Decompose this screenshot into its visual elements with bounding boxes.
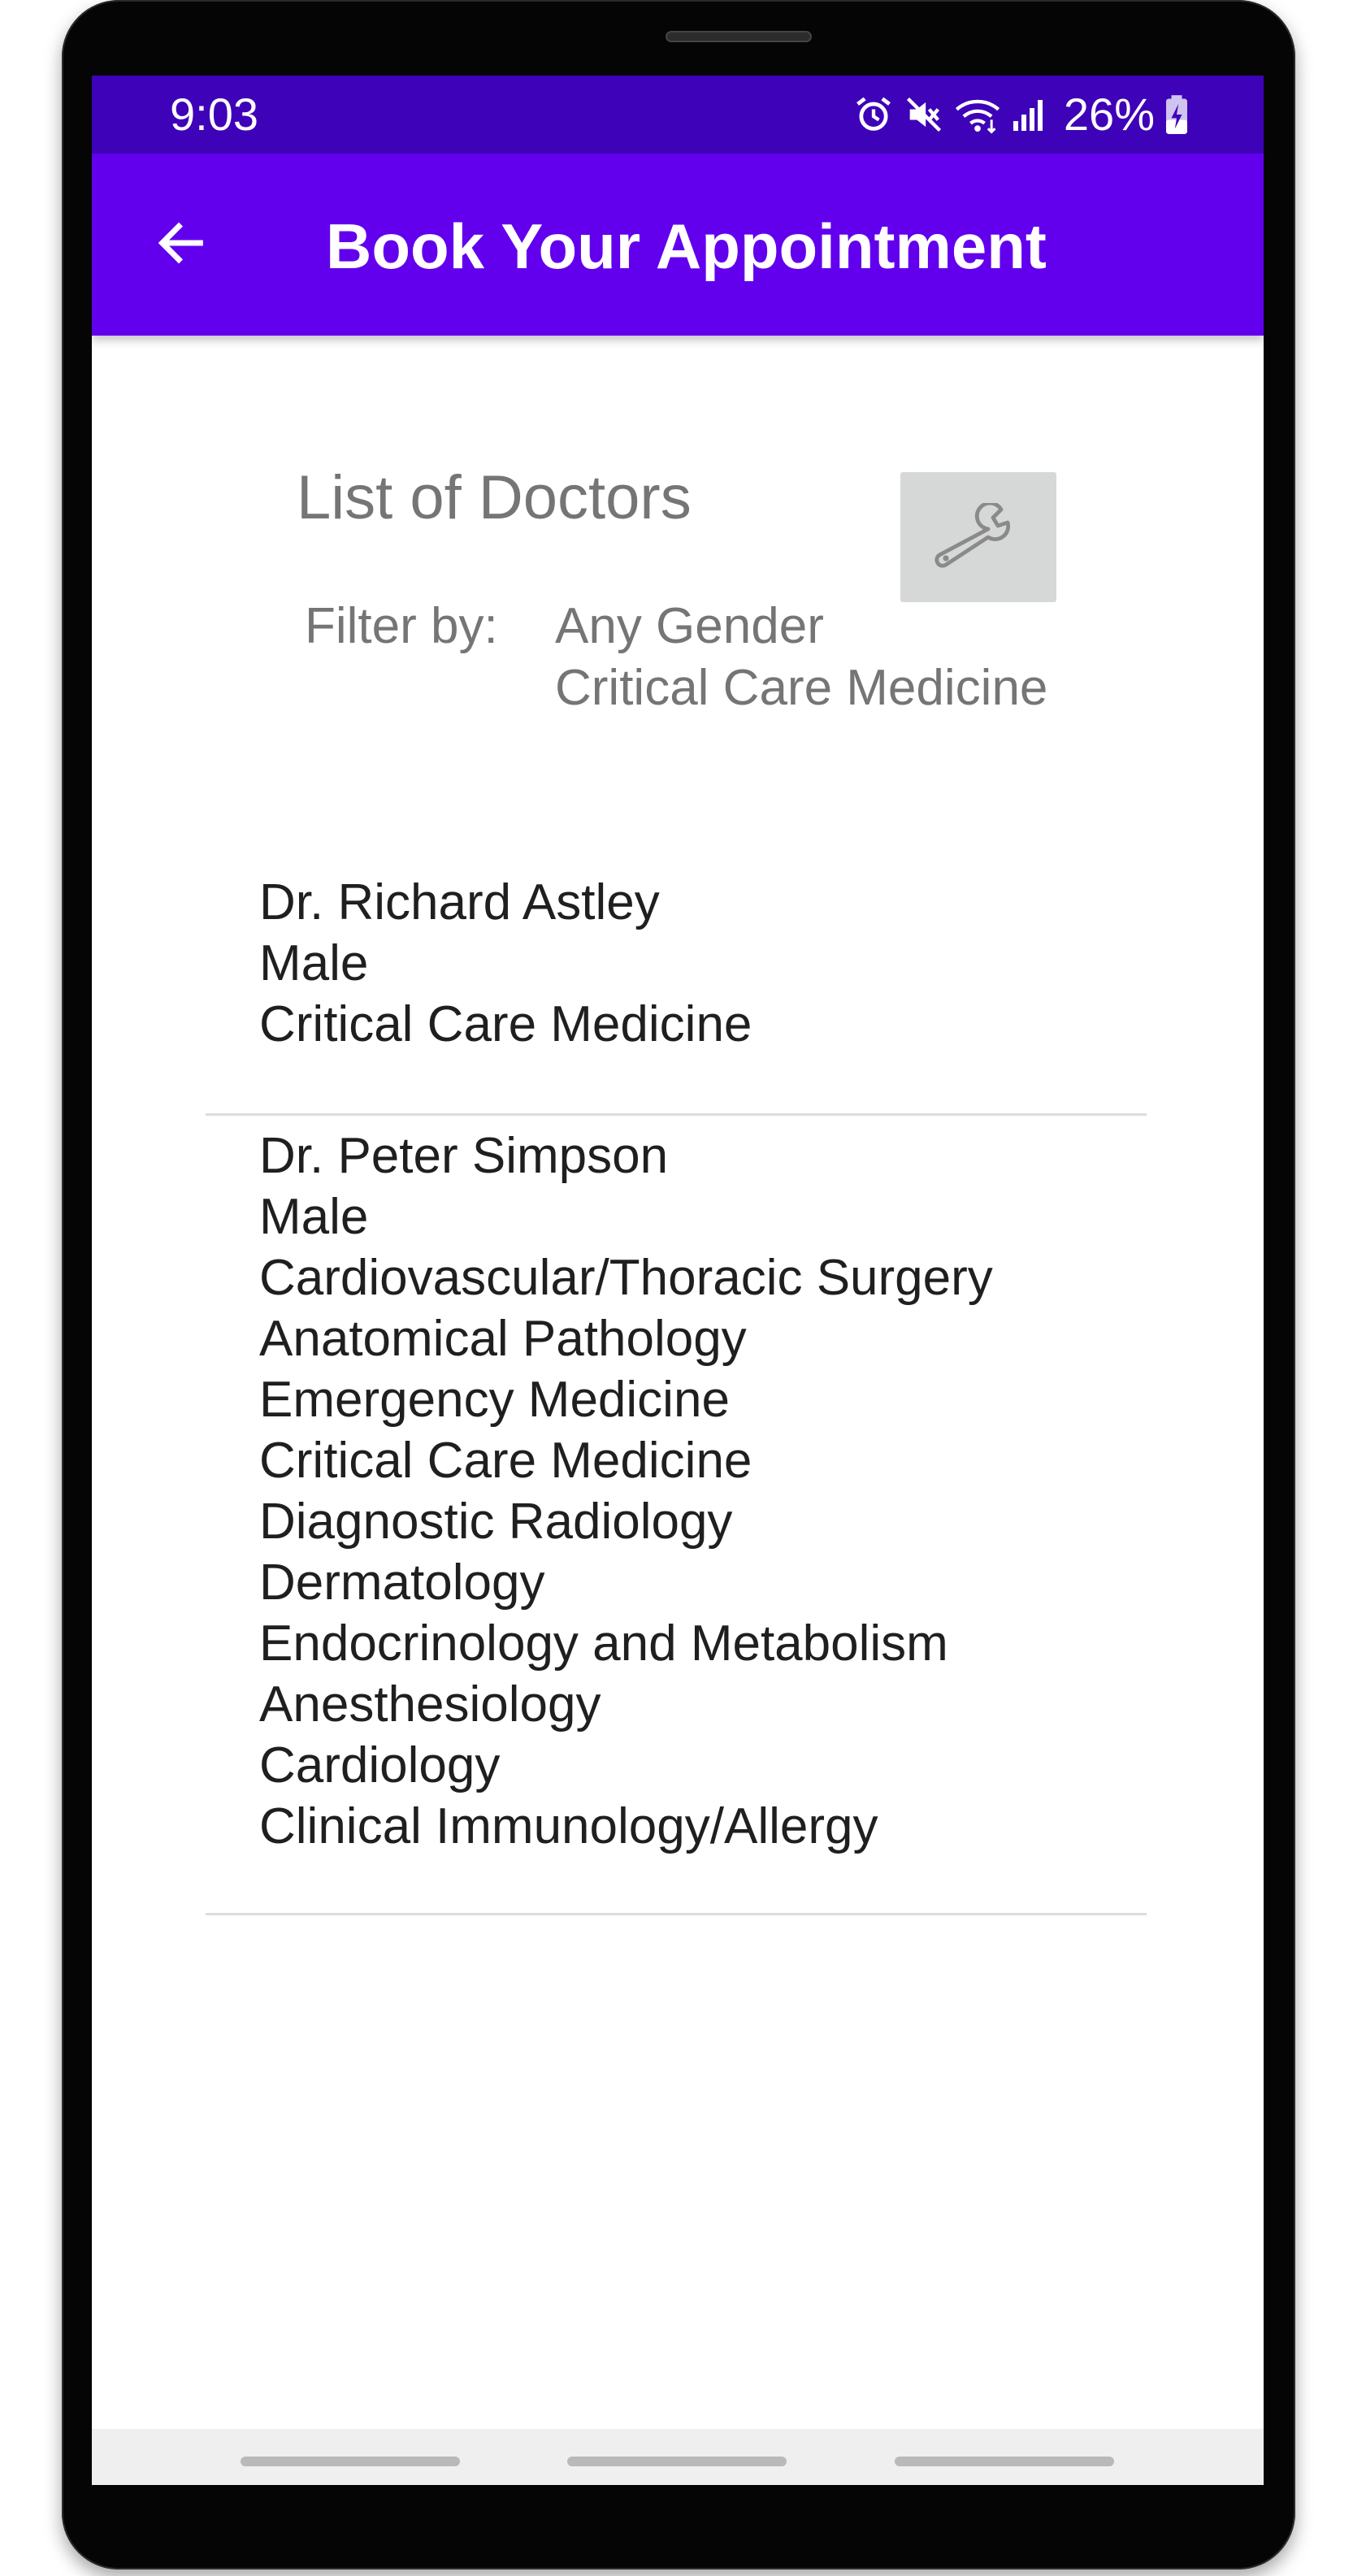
filter-label: Filter by: [305, 598, 498, 654]
doctor-specialty: Diagnostic Radiology [259, 1494, 733, 1550]
filter-gender: Any Gender [555, 598, 824, 654]
doctor-specialty: Clinical Immunology/Allergy [259, 1798, 878, 1854]
mute-icon [903, 93, 945, 136]
doctor-specialty: Dermatology [259, 1555, 545, 1611]
doctor-item-peter-simpson[interactable]: Dr. Peter Simpson Male Cardiovascular/Th… [206, 1116, 1147, 1913]
status-time: 9:03 [170, 89, 258, 140]
list-title: List of Doctors [297, 463, 692, 532]
page-title: Book Your Appointment [326, 210, 1047, 282]
filter-specialty: Critical Care Medicine [555, 660, 1048, 716]
app-bar: Book Your Appointment [92, 154, 1264, 336]
doctor-specialty: Cardiovascular/Thoracic Surgery [259, 1250, 993, 1306]
alarm-icon [852, 93, 895, 136]
filter-settings-button[interactable] [900, 472, 1056, 602]
signal-icon [1010, 93, 1049, 136]
wrench-icon [930, 501, 1027, 572]
arrow-left-icon [153, 215, 210, 275]
status-bar: 9:03 26% [92, 76, 1264, 154]
wifi-icon [953, 93, 1002, 136]
doctor-name: Dr. Richard Astley [259, 874, 660, 930]
doctor-specialty: Critical Care Medicine [259, 996, 752, 1052]
nav-recents-button[interactable] [241, 2457, 460, 2466]
doctor-item-richard-astley[interactable]: Dr. Richard Astley Male Critical Care Me… [206, 872, 1147, 1113]
page: 9:03 26% Book Your Appointment List of D… [0, 0, 1353, 2576]
doctor-list: Dr. Richard Astley Male Critical Care Me… [206, 872, 1147, 1915]
filter-values: Any Gender Critical Care Medicine [555, 596, 1047, 719]
speaker-grille [666, 31, 812, 42]
doctor-specialty: Anatomical Pathology [259, 1311, 747, 1367]
doctor-gender: Male [259, 1189, 369, 1245]
battery-charging-icon [1163, 93, 1190, 136]
nav-home-button[interactable] [567, 2457, 787, 2466]
list-divider [206, 1913, 1147, 1915]
battery-percent: 26% [1063, 89, 1155, 140]
doctor-specialty: Emergency Medicine [259, 1372, 730, 1428]
nav-back-button[interactable] [895, 2457, 1114, 2466]
doctor-specialty: Cardiology [259, 1737, 501, 1793]
screen: 9:03 26% Book Your Appointment List of D… [92, 76, 1264, 2485]
doctor-gender: Male [259, 935, 369, 991]
status-icons: 26% [852, 89, 1190, 141]
doctor-specialty: Critical Care Medicine [259, 1433, 752, 1489]
doctor-name: Dr. Peter Simpson [259, 1128, 669, 1184]
navigation-bar [92, 2429, 1264, 2485]
back-button[interactable] [141, 204, 222, 285]
doctor-specialty: Anesthesiology [259, 1676, 601, 1733]
doctor-specialty: Endocrinology and Metabolism [259, 1615, 948, 1672]
